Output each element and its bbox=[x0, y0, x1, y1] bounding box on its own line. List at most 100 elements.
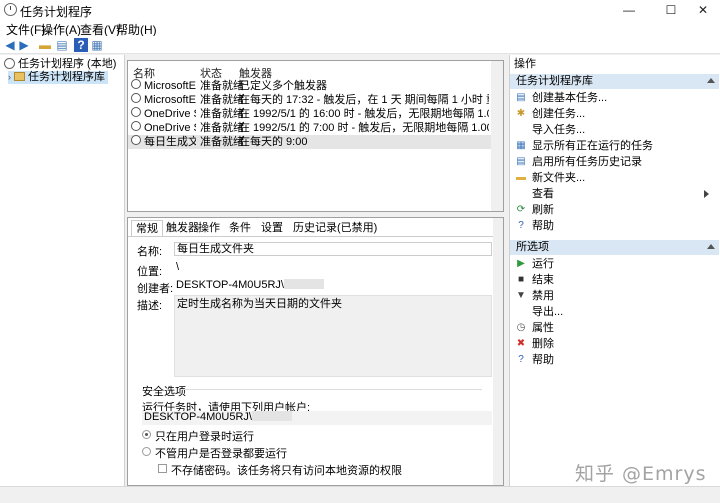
action-item[interactable]: 导出... bbox=[515, 305, 715, 319]
action-label: 新文件夹... bbox=[532, 172, 586, 184]
collapse-icon[interactable] bbox=[707, 244, 715, 249]
export-icon bbox=[515, 306, 527, 318]
folder-icon[interactable]: ▬ bbox=[38, 38, 52, 52]
forward-arrow-icon[interactable]: ▶ bbox=[17, 38, 31, 52]
run-icon: ▶ bbox=[517, 258, 525, 269]
action-item[interactable]: ✖ 删除 bbox=[515, 337, 715, 351]
redacted-username bbox=[252, 411, 292, 421]
tab-settings[interactable]: 设置 bbox=[257, 220, 287, 236]
action-item[interactable]: ▦ 显示所有正在运行的任务 bbox=[515, 139, 715, 153]
action-label: 创建任务... bbox=[532, 108, 586, 120]
tab-conditions[interactable]: 条件 bbox=[225, 220, 255, 236]
description-label: 描述: bbox=[137, 300, 163, 312]
close-button[interactable]: ✕ bbox=[686, 0, 720, 20]
name-label: 名称: bbox=[137, 246, 163, 258]
action-item[interactable]: ⟳ 刷新 bbox=[515, 203, 715, 217]
collapse-icon[interactable] bbox=[707, 78, 715, 83]
name-field[interactable]: 每日生成文件夹 bbox=[174, 242, 492, 256]
table-row[interactable]: OneDrive St... 准备就绪 在 1992/5/1 的 7:00 时 … bbox=[128, 121, 491, 135]
action-item[interactable]: ▤ 启用所有任务历史记录 bbox=[515, 155, 715, 169]
action-pane-icon[interactable]: ▦ bbox=[90, 38, 104, 52]
task-status: 准备就绪 bbox=[200, 136, 244, 148]
tab-history[interactable]: 历史记录(已禁用) bbox=[289, 220, 381, 236]
action-label: 帮助 bbox=[532, 220, 554, 232]
section-divider bbox=[182, 389, 482, 390]
action-item[interactable]: ◷ 属性 bbox=[515, 321, 715, 335]
properties-icon: ◷ bbox=[516, 322, 526, 333]
description-field[interactable]: 定时生成名称为当天日期的文件夹 bbox=[174, 295, 492, 377]
section-selected-item-label: 所选项 bbox=[516, 241, 549, 253]
task-status: 准备就绪 bbox=[200, 122, 244, 134]
action-label: 导入任务... bbox=[532, 124, 586, 136]
end-icon: ■ bbox=[517, 274, 525, 285]
tab-divider bbox=[128, 236, 503, 237]
security-options-title: 安全选项 bbox=[142, 386, 186, 398]
minimize-button[interactable]: — bbox=[612, 0, 646, 20]
radio-logged-on-only[interactable] bbox=[142, 430, 151, 439]
navigation-tree: 任务计划程序 (本地) › 任务计划程序库 bbox=[0, 55, 125, 486]
action-label: 创建基本任务... bbox=[532, 92, 608, 104]
table-row-selected[interactable]: 每日生成文... 准备就绪 在每天的 9:00 bbox=[128, 135, 491, 149]
task-name: MicrosoftEd... bbox=[144, 94, 196, 106]
action-label: 刷新 bbox=[532, 204, 554, 216]
action-item[interactable]: 查看 bbox=[515, 187, 715, 201]
tree-item-library[interactable]: › 任务计划程序库 bbox=[8, 71, 108, 84]
task-status: 准备就绪 bbox=[200, 80, 244, 92]
location-label: 位置: bbox=[137, 266, 163, 278]
refresh-icon: ⟳ bbox=[516, 204, 526, 215]
run-as-value: DESKTOP-4M0U5RJ\ bbox=[144, 411, 252, 423]
radio-whether-logged-on[interactable] bbox=[142, 447, 151, 456]
clock-icon bbox=[131, 135, 141, 145]
chevron-right-icon[interactable]: › bbox=[8, 72, 11, 82]
maximize-button[interactable]: ☐ bbox=[654, 0, 688, 20]
task-name: OneDrive St... bbox=[144, 122, 196, 134]
author-field: DESKTOP-4M0U5RJ\ bbox=[174, 279, 492, 293]
help-icon[interactable]: ? bbox=[74, 38, 88, 52]
folder-icon bbox=[14, 72, 25, 81]
section-selected-item[interactable]: 所选项 bbox=[510, 240, 719, 255]
help-icon: ? bbox=[518, 220, 524, 231]
action-label: 显示所有正在运行的任务 bbox=[532, 140, 653, 152]
view-icon bbox=[515, 188, 527, 200]
task-detail-pane: 常规 触发器 操作 条件 设置 历史记录(已禁用) 名称: 每日生成文件夹 位置… bbox=[127, 217, 504, 486]
task-status: 准备就绪 bbox=[200, 94, 244, 106]
delete-icon: ✖ bbox=[516, 338, 526, 349]
action-item[interactable]: ▤ 创建基本任务... bbox=[515, 91, 715, 105]
section-task-library[interactable]: 任务计划程序库 bbox=[510, 74, 719, 89]
running-tasks-icon: ▦ bbox=[516, 140, 526, 151]
clock-icon bbox=[131, 93, 141, 103]
create-task-icon: ✱ bbox=[516, 108, 526, 119]
back-arrow-icon[interactable]: ◀ bbox=[3, 38, 17, 52]
task-name: MicrosoftEd... bbox=[144, 80, 196, 92]
action-label: 启用所有任务历史记录 bbox=[532, 156, 642, 168]
tab-actions[interactable]: 操作 bbox=[194, 220, 224, 236]
author-label: 创建者: bbox=[137, 283, 174, 295]
action-item[interactable]: ■ 结束 bbox=[515, 273, 715, 287]
tree-root[interactable]: 任务计划程序 (本地) bbox=[4, 58, 116, 71]
show-hide-tree-icon[interactable]: ▤ bbox=[55, 38, 69, 52]
action-item[interactable]: ? 帮助 bbox=[515, 219, 715, 233]
action-item[interactable]: ▬ 新文件夹... bbox=[515, 171, 715, 185]
table-row[interactable]: MicrosoftEd... 准备就绪 已定义多个触发器 bbox=[128, 79, 491, 93]
action-label: 删除 bbox=[532, 338, 554, 350]
option-do-not-store-password: 不存储密码。该任务将只有访问本地资源的权限 bbox=[171, 465, 402, 477]
clock-icon bbox=[131, 121, 141, 131]
section-task-library-label: 任务计划程序库 bbox=[516, 75, 593, 87]
detail-scrollbar[interactable] bbox=[493, 218, 503, 485]
task-trigger: 在 1992/5/1 的 16:00 时 - 触发后，无限期地每隔 1.00:0… bbox=[239, 108, 489, 120]
history-icon: ▤ bbox=[516, 156, 526, 167]
table-row[interactable]: OneDrive St... 准备就绪 在 1992/5/1 的 16:00 时… bbox=[128, 107, 491, 121]
task-list-scrollbar[interactable] bbox=[491, 61, 503, 211]
checkbox-do-not-store-password[interactable] bbox=[158, 464, 167, 473]
tab-general[interactable]: 常规 bbox=[131, 220, 163, 236]
action-item[interactable]: ? 帮助 bbox=[515, 353, 715, 367]
action-item[interactable]: ▶ 运行 bbox=[515, 257, 715, 271]
action-item[interactable]: ▼ 禁用 bbox=[515, 289, 715, 303]
tree-item-label: 任务计划程序库 bbox=[28, 71, 105, 83]
table-row[interactable]: MicrosoftEd... 准备就绪 在每天的 17:32 - 触发后，在 1… bbox=[128, 93, 491, 107]
task-list: 名称 状态 触发器 MicrosoftEd... 准备就绪 已定义多个触发器 M… bbox=[127, 60, 504, 212]
action-label: 查看 bbox=[532, 188, 554, 200]
author-value: DESKTOP-4M0U5RJ\ bbox=[176, 279, 284, 291]
action-item[interactable]: ✱ 创建任务... bbox=[515, 107, 715, 121]
action-item[interactable]: 导入任务... bbox=[515, 123, 715, 137]
